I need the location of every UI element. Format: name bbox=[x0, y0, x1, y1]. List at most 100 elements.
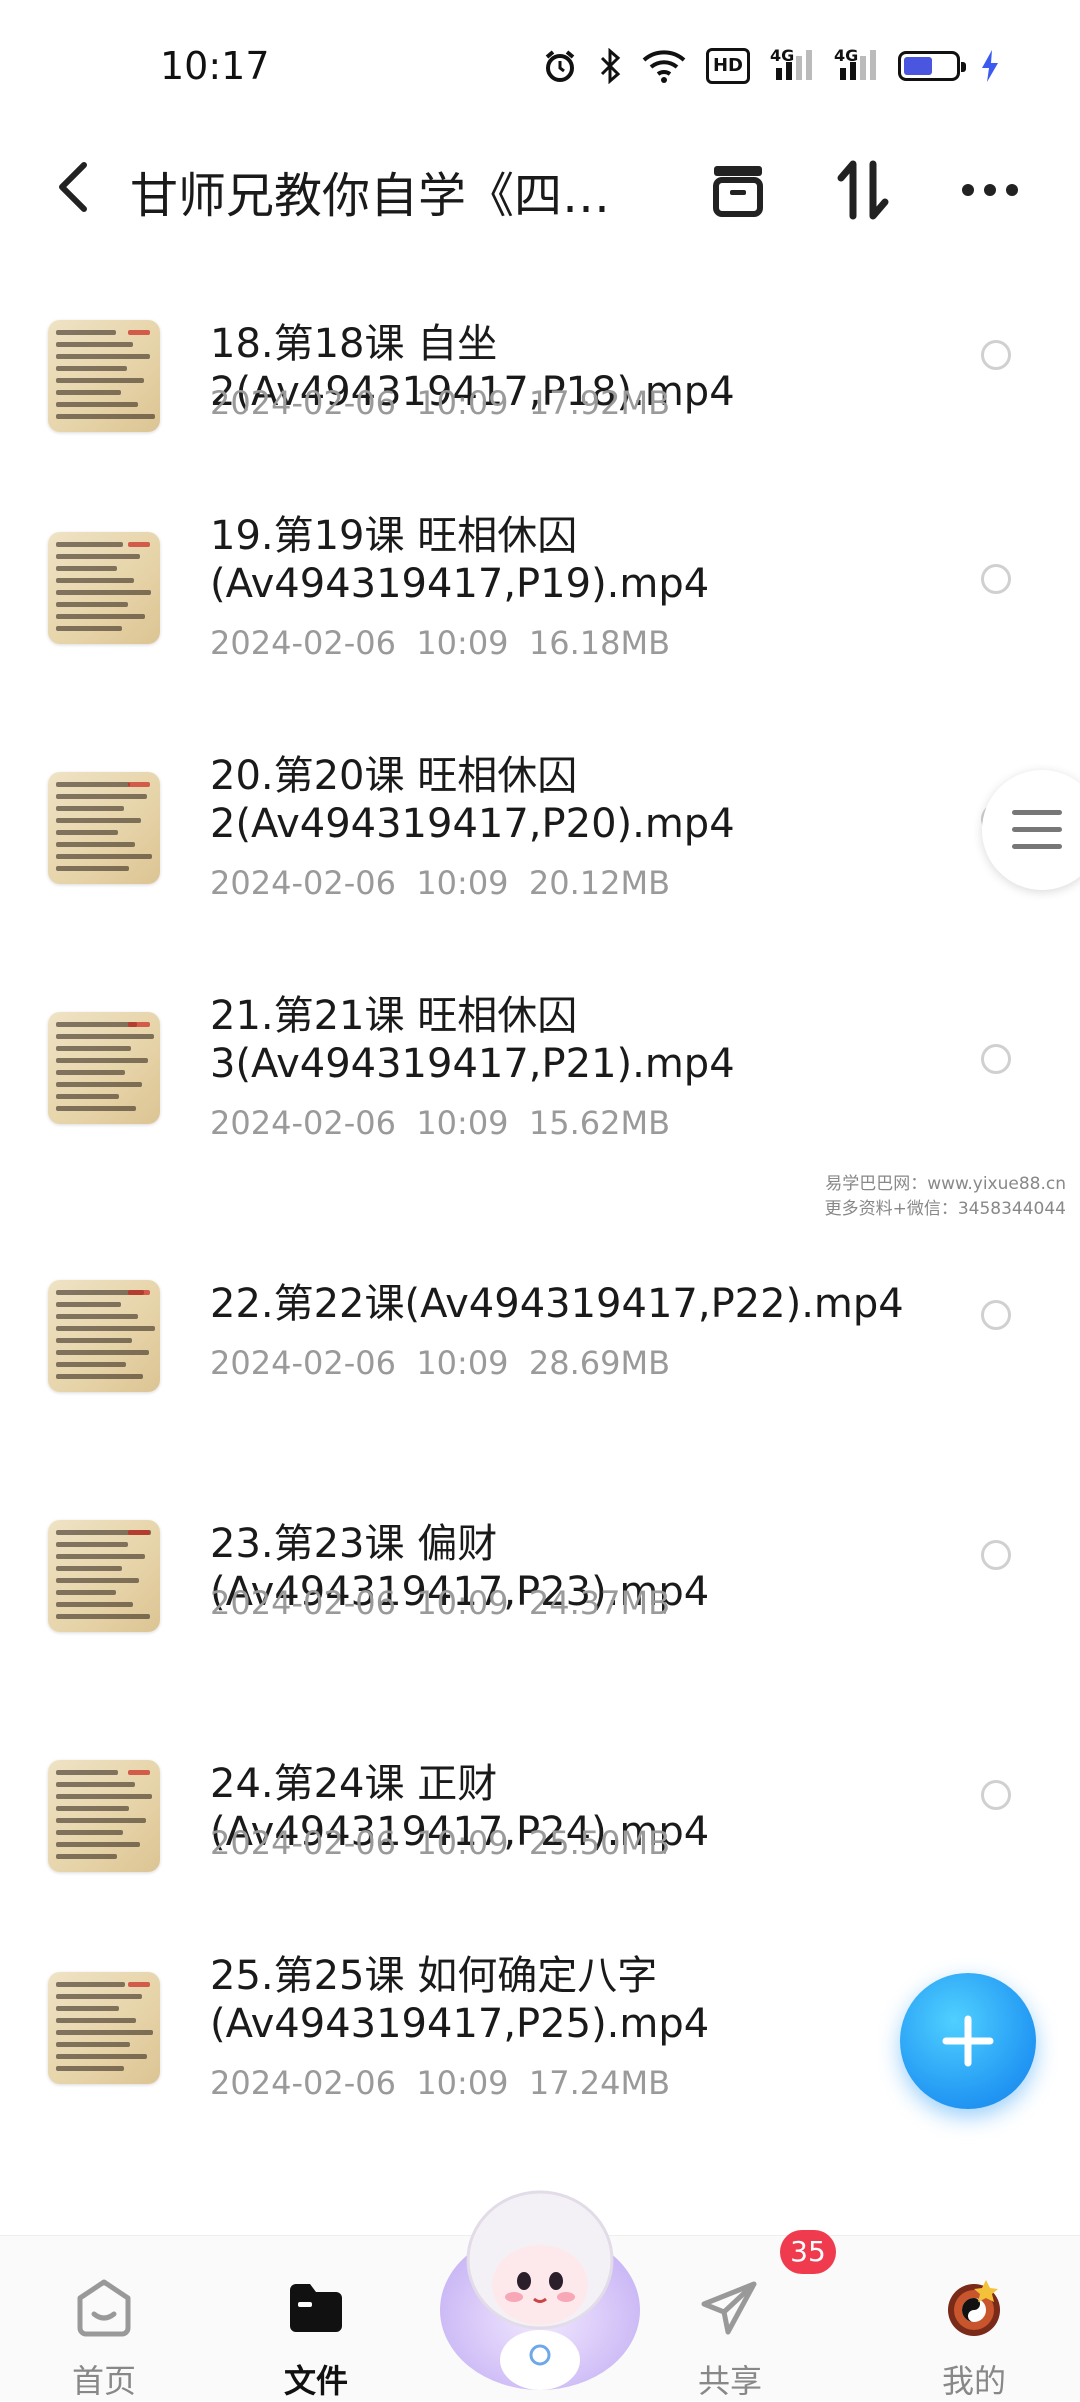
signal-icon: 4G bbox=[770, 46, 814, 86]
file-time: 10:09 bbox=[416, 384, 509, 422]
watermark-line-2: 更多资料+微信：3458344044 bbox=[824, 1199, 1066, 1219]
file-date: 2024-02-06 bbox=[210, 1584, 396, 1622]
back-arrow-icon bbox=[59, 162, 87, 212]
file-size: 17.92MB bbox=[528, 384, 671, 422]
select-radio[interactable] bbox=[981, 340, 1011, 370]
file-time: 10:09 bbox=[416, 1344, 509, 1382]
video-thumbnail bbox=[48, 1520, 160, 1632]
file-name: 21.第21课 旺相休囚3(Av494319417,P21).mp4 bbox=[210, 993, 735, 1087]
battery-icon bbox=[898, 51, 966, 81]
more-icon bbox=[962, 184, 1018, 196]
alarm-icon bbox=[542, 46, 578, 86]
file-row[interactable]: 18.第18课 自坐2(Av494319417,P18).mp4 2024-02-… bbox=[0, 250, 1080, 490]
select-radio[interactable] bbox=[981, 1780, 1011, 1810]
file-meta: 2024-02-06 10:09 20.12MB bbox=[210, 864, 670, 902]
bluetooth-icon bbox=[598, 46, 622, 86]
nav-me[interactable]: 我的 bbox=[904, 2256, 1044, 2400]
app-header: 甘师兄教你自学《四… bbox=[0, 130, 1080, 250]
charging-icon bbox=[980, 46, 1000, 86]
sort-icon bbox=[837, 160, 889, 220]
page-title: 甘师兄教你自学《四… bbox=[130, 168, 610, 224]
status-time: 10:17 bbox=[160, 44, 270, 88]
file-meta: 2024-02-06 10:09 17.92MB bbox=[210, 384, 670, 422]
menu-lines-icon bbox=[1012, 810, 1062, 861]
file-row[interactable]: 19.第19课 旺相休囚(Av494319417,P19).mp4 2024-02… bbox=[0, 490, 1080, 730]
file-date: 2024-02-06 bbox=[210, 624, 396, 662]
archive-button[interactable] bbox=[698, 150, 778, 230]
folder-icon bbox=[290, 2284, 342, 2332]
file-date: 2024-02-06 bbox=[210, 1824, 396, 1862]
file-date: 2024-02-06 bbox=[210, 2064, 396, 2102]
hd-voice-icon: HD bbox=[705, 48, 750, 84]
wifi-icon bbox=[642, 46, 686, 86]
file-size: 15.62MB bbox=[528, 1104, 671, 1142]
file-time: 10:09 bbox=[416, 1104, 509, 1142]
battery-level bbox=[904, 57, 932, 75]
home-icon bbox=[77, 2279, 131, 2337]
file-date: 2024-02-06 bbox=[210, 384, 396, 422]
file-date: 2024-02-06 bbox=[210, 1104, 396, 1142]
plus-icon bbox=[942, 2015, 994, 2067]
file-size: 20.12MB bbox=[528, 864, 671, 902]
file-meta: 2024-02-06 10:09 17.24MB bbox=[210, 2064, 670, 2102]
nav-files[interactable]: 文件 bbox=[246, 2256, 386, 2400]
file-row[interactable]: 24.第24课 正财(Av494319417,P24).mp4 2024-02-0… bbox=[0, 1690, 1080, 1930]
more-button[interactable] bbox=[950, 150, 1030, 230]
file-meta: 2024-02-06 10:09 25.50MB bbox=[210, 1824, 670, 1862]
file-name: 20.第20课 旺相休囚2(Av494319417,P20).mp4 bbox=[210, 753, 735, 847]
share-plane-icon bbox=[701, 2281, 757, 2335]
file-time: 10:09 bbox=[416, 864, 509, 902]
archive-icon bbox=[713, 166, 763, 217]
file-row[interactable]: 22.第22课(Av494319417,P22).mp4 2024-02-06 1… bbox=[0, 1210, 1080, 1450]
file-name: 22.第22课(Av494319417,P22).mp4 bbox=[210, 1281, 904, 1327]
sort-button[interactable] bbox=[823, 150, 903, 230]
share-badge: 35 bbox=[780, 2230, 836, 2274]
file-size: 24.37MB bbox=[528, 1584, 671, 1622]
file-list: 18.第18课 自坐2(Av494319417,P18).mp4 2024-02-… bbox=[0, 250, 1080, 2235]
signal-2-icon: 4G bbox=[834, 46, 878, 86]
file-date: 2024-02-06 bbox=[210, 1344, 396, 1382]
watermark: 易学巴巴网：www.yixue88.cn 更多资料+微信：3458344044 bbox=[825, 1172, 1066, 1222]
status-icons: HD 4G 4G bbox=[542, 46, 1000, 86]
file-meta: 2024-02-06 10:09 16.18MB bbox=[210, 624, 670, 662]
file-size: 28.69MB bbox=[528, 1344, 671, 1382]
add-button[interactable] bbox=[900, 1973, 1036, 2109]
watermark-line-1: 易学巴巴网：www.yixue88.cn bbox=[825, 1174, 1066, 1194]
file-meta: 2024-02-06 10:09 28.69MB bbox=[210, 1344, 670, 1382]
file-time: 10:09 bbox=[416, 624, 509, 662]
file-name: 25.第25课 如何确定八字(Av494319417,P25).mp4 bbox=[210, 1953, 710, 2047]
nav-home-label: 首页 bbox=[71, 2362, 136, 2400]
nav-files-label: 文件 bbox=[283, 2362, 348, 2400]
video-thumbnail bbox=[48, 1280, 160, 1392]
nav-me-label: 我的 bbox=[941, 2362, 1006, 2400]
file-size: 25.50MB bbox=[528, 1824, 671, 1862]
select-radio[interactable] bbox=[981, 1540, 1011, 1570]
video-thumbnail bbox=[48, 320, 160, 432]
video-thumbnail bbox=[48, 532, 160, 644]
video-thumbnail bbox=[48, 1972, 160, 2084]
file-row[interactable]: 20.第20课 旺相休囚2(Av494319417,P20).mp4 2024-0… bbox=[0, 730, 1080, 970]
profile-avatar-icon bbox=[948, 2280, 1000, 2336]
file-time: 10:09 bbox=[416, 2064, 509, 2102]
mascot-icon[interactable] bbox=[430, 2175, 650, 2400]
file-name: 19.第19课 旺相休囚(Av494319417,P19).mp4 bbox=[210, 513, 710, 607]
nav-share-label: 共享 bbox=[697, 2362, 762, 2400]
file-meta: 2024-02-06 10:09 24.37MB bbox=[210, 1584, 670, 1622]
video-thumbnail bbox=[48, 1012, 160, 1124]
file-meta: 2024-02-06 10:09 15.62MB bbox=[210, 1104, 670, 1142]
file-size: 16.18MB bbox=[528, 624, 671, 662]
select-radio[interactable] bbox=[981, 1300, 1011, 1330]
select-radio[interactable] bbox=[981, 564, 1011, 594]
file-size: 17.24MB bbox=[528, 2064, 671, 2102]
file-row[interactable]: 23.第23课 偏财(Av494319417,P23).mp4 2024-02-0… bbox=[0, 1450, 1080, 1690]
video-thumbnail bbox=[48, 772, 160, 884]
file-time: 10:09 bbox=[416, 1824, 509, 1862]
file-date: 2024-02-06 bbox=[210, 864, 396, 902]
status-bar: 10:17 HD 4G 4G bbox=[0, 0, 1080, 130]
back-button[interactable] bbox=[44, 152, 104, 222]
nav-share[interactable]: 共享 bbox=[660, 2256, 800, 2400]
video-thumbnail bbox=[48, 1760, 160, 1872]
select-radio[interactable] bbox=[981, 1044, 1011, 1074]
nav-home[interactable]: 首页 bbox=[34, 2256, 174, 2400]
file-time: 10:09 bbox=[416, 1584, 509, 1622]
